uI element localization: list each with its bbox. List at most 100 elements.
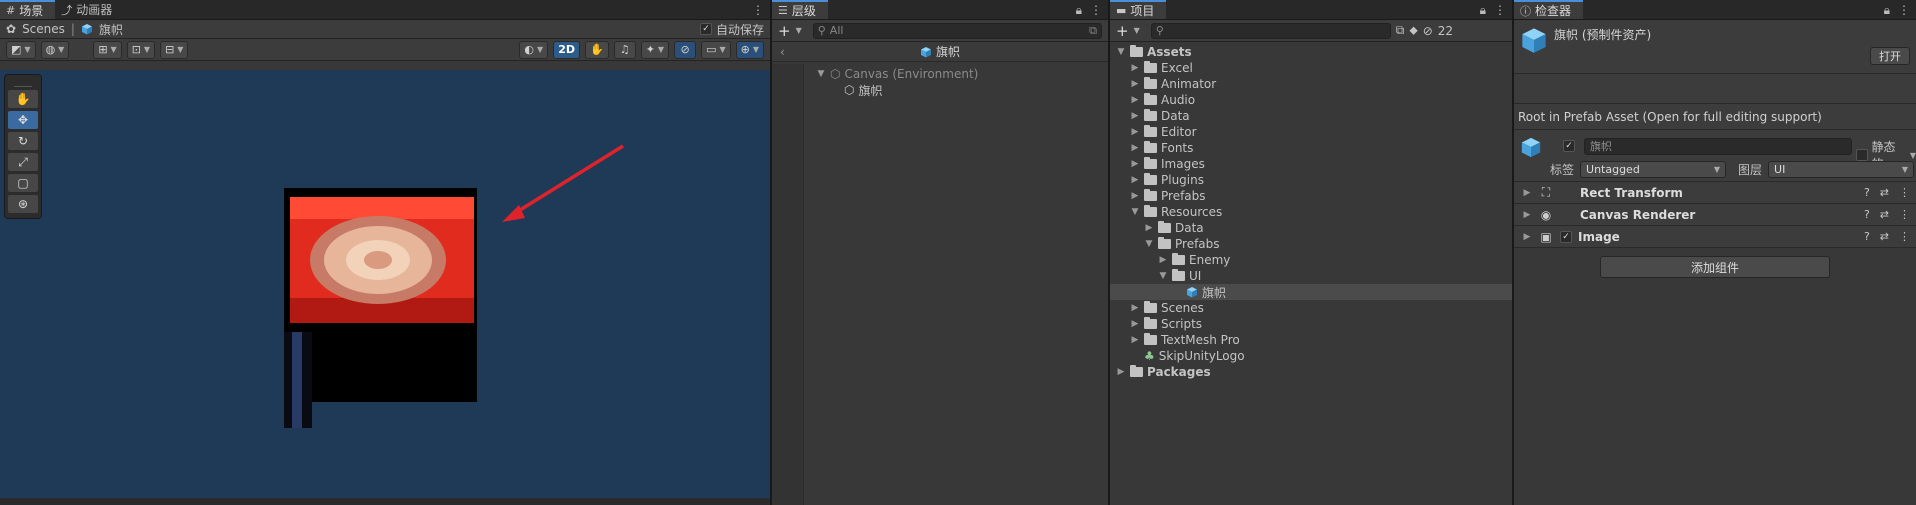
chevron-down-icon[interactable]: ▼ [796,26,802,35]
more-menu-icon[interactable]: ⋮ [1899,208,1910,221]
add-icon[interactable]: + [1116,22,1129,40]
component-canvas-renderer[interactable]: ▶ ◉ Canvas Renderer ? ⇄ ⋮ [1514,204,1916,226]
project-tree-item[interactable]: ▶ Scenes [1110,300,1512,316]
expand-triangle-icon[interactable]: ▶ [1522,210,1532,220]
open-prefab-button[interactable]: 打开 [1870,47,1910,65]
global-toggle-button[interactable]: ◍ ▼ [40,40,70,59]
project-tree-item[interactable]: ▶ Audio [1110,92,1512,108]
project-tree-item[interactable]: ▶ Prefabs [1110,188,1512,204]
expand-triangle-icon[interactable]: ▶ [1130,335,1140,345]
project-tree-item[interactable]: 旗帜 [1110,284,1512,300]
expand-triangle-icon[interactable]: ▶ [1130,127,1140,137]
flag-sprite[interactable] [284,188,477,428]
search-by-type-icon[interactable]: ⧉ [1396,23,1405,38]
grid-snap-button[interactable]: ⊞ ▼ [93,40,122,59]
2d-toggle-button[interactable]: 2D [553,40,580,59]
expand-triangle-icon[interactable]: ▼ [1116,47,1126,57]
more-menu-icon[interactable]: ⋮ [752,3,764,17]
project-tree-item[interactable]: ▼ Resources [1110,204,1512,220]
audio-toggle-icon[interactable]: ♫ [613,40,636,59]
project-tree-item[interactable]: ▶ Data [1110,220,1512,236]
project-tree-item[interactable]: ▶ Enemy [1110,252,1512,268]
lock-icon[interactable]: 🔒︎ [1884,3,1890,18]
name-field[interactable]: 旗帜 [1584,138,1852,155]
project-tree-item[interactable]: ▶ Images [1110,156,1512,172]
layer-dropdown[interactable]: UI ▼ [1768,161,1915,178]
more-menu-icon[interactable]: ⋮ [1898,3,1910,17]
tab-hierarchy[interactable]: ☰ 层级 [772,0,828,19]
add-component-button[interactable]: 添加组件 [1600,256,1830,278]
scene-viewport[interactable]: ✋ ✥ ↻ ⤢ ▢ ⊛ [0,70,770,498]
preset-icon[interactable]: ⇄ [1880,208,1889,221]
back-chevron-icon[interactable]: ‹ [780,45,785,59]
lighting-toggle-icon[interactable]: ✋ [584,40,609,59]
expand-triangle-icon[interactable]: ▶ [1130,159,1140,169]
project-tree-item[interactable]: ▶ Fonts [1110,140,1512,156]
project-tree-item[interactable]: ▼ Assets [1110,44,1512,60]
grid-visibility-button[interactable]: ⊟ ▼ [160,40,189,59]
hidden-objects-icon[interactable]: ⊘ [674,40,697,59]
search-input[interactable]: ⚲ All ⧉ [812,22,1102,39]
project-tree-item[interactable]: ▼ Prefabs [1110,236,1512,252]
help-icon[interactable]: ? [1864,208,1870,221]
more-menu-icon[interactable]: ⋮ [1899,186,1910,199]
expand-triangle-icon[interactable]: ▶ [1130,111,1140,121]
tag-dropdown[interactable]: Untagged ▼ [1580,161,1727,178]
expand-triangle-icon[interactable]: ▶ [1144,223,1154,233]
expand-triangle-icon[interactable]: ▶ [1158,255,1168,265]
project-tree-item[interactable]: ▶ TextMesh Pro [1110,332,1512,348]
camera-button[interactable]: ▭ ▼ [701,40,731,59]
active-checkbox[interactable]: ✓ [1563,140,1575,152]
chevron-down-icon[interactable]: ▼ [1910,151,1916,160]
project-tree-item[interactable]: ▶ Packages [1110,364,1512,380]
preset-icon[interactable]: ⇄ [1880,230,1889,243]
component-image[interactable]: ▶ ▣ ✓ Image ? ⇄ ⋮ [1514,226,1916,248]
project-tree-item[interactable]: ▶ Editor [1110,124,1512,140]
expand-triangle-icon[interactable]: ▶ [1130,63,1140,73]
component-rect-transform[interactable]: ▶ ⛶ Rect Transform ? ⇄ ⋮ [1514,182,1916,204]
expand-triangle-icon[interactable]: ▶ [1522,232,1532,242]
project-tree-item[interactable]: ▶ Animator [1110,76,1512,92]
lock-icon[interactable]: 🔒︎ [1076,3,1082,18]
expand-triangle-icon[interactable]: ▶ [1130,319,1140,329]
expand-triangle-icon[interactable]: ▶ [1130,303,1140,313]
expand-triangle-icon[interactable]: ▼ [816,69,826,79]
add-icon[interactable]: + [778,22,791,40]
project-tree-item[interactable]: ▶ Data [1110,108,1512,124]
draw-mode-button[interactable]: ◩ ▼ [6,40,36,59]
breadcrumb-prefab[interactable]: 旗帜 [99,21,123,38]
search-input[interactable]: ⚲ [1150,22,1391,39]
label-filter-icon[interactable]: ⬥ [1409,23,1417,38]
list-item[interactable]: ⬡ 旗帜 [804,82,1108,98]
help-icon[interactable]: ? [1864,186,1870,199]
expand-triangle-icon[interactable]: ▼ [1144,239,1154,249]
preset-icon[interactable]: ⇄ [1880,186,1889,199]
tab-inspector[interactable]: ⓘ 检查器 [1514,0,1584,19]
expand-triangle-icon[interactable]: ▶ [1130,143,1140,153]
enabled-checkbox[interactable]: ✓ [1560,230,1572,243]
project-tree-item[interactable]: ▶ Excel [1110,60,1512,76]
more-menu-icon[interactable]: ⋮ [1899,230,1910,243]
effects-button[interactable]: ✦ ▼ [640,40,670,59]
expand-triangle-icon[interactable]: ▶ [1116,367,1126,377]
project-tree-item[interactable]: ▶ Scripts [1110,316,1512,332]
more-menu-icon[interactable]: ⋮ [1090,3,1102,17]
expand-triangle-icon[interactable]: ▶ [1130,175,1140,185]
expand-triangle-icon[interactable]: ▼ [1158,271,1168,281]
breadcrumb-scenes[interactable]: Scenes [22,22,65,36]
project-tree-item[interactable]: ▼ UI [1110,268,1512,284]
lock-icon[interactable]: 🔒︎ [1480,3,1486,18]
chevron-down-icon[interactable]: ▼ [1134,26,1140,35]
tab-project[interactable]: ▬ 项目 [1110,0,1167,19]
expand-triangle-icon[interactable]: ▶ [1130,191,1140,201]
static-checkbox[interactable] [1856,149,1868,161]
list-item[interactable]: ▼ ⬡ Canvas (Environment) [804,66,1108,82]
expand-triangle-icon[interactable]: ▶ [1130,95,1140,105]
expand-triangle-icon[interactable]: ▶ [1522,188,1532,198]
expand-triangle-icon[interactable]: ▶ [1130,79,1140,89]
project-tree-item[interactable]: ▶ Plugins [1110,172,1512,188]
more-menu-icon[interactable]: ⋮ [1494,3,1506,17]
search-options-icon[interactable]: ⧉ [1089,24,1097,38]
expand-triangle-icon[interactable]: ▼ [1130,207,1140,217]
project-tree-item[interactable]: ♣ SkipUnityLogo [1110,348,1512,364]
